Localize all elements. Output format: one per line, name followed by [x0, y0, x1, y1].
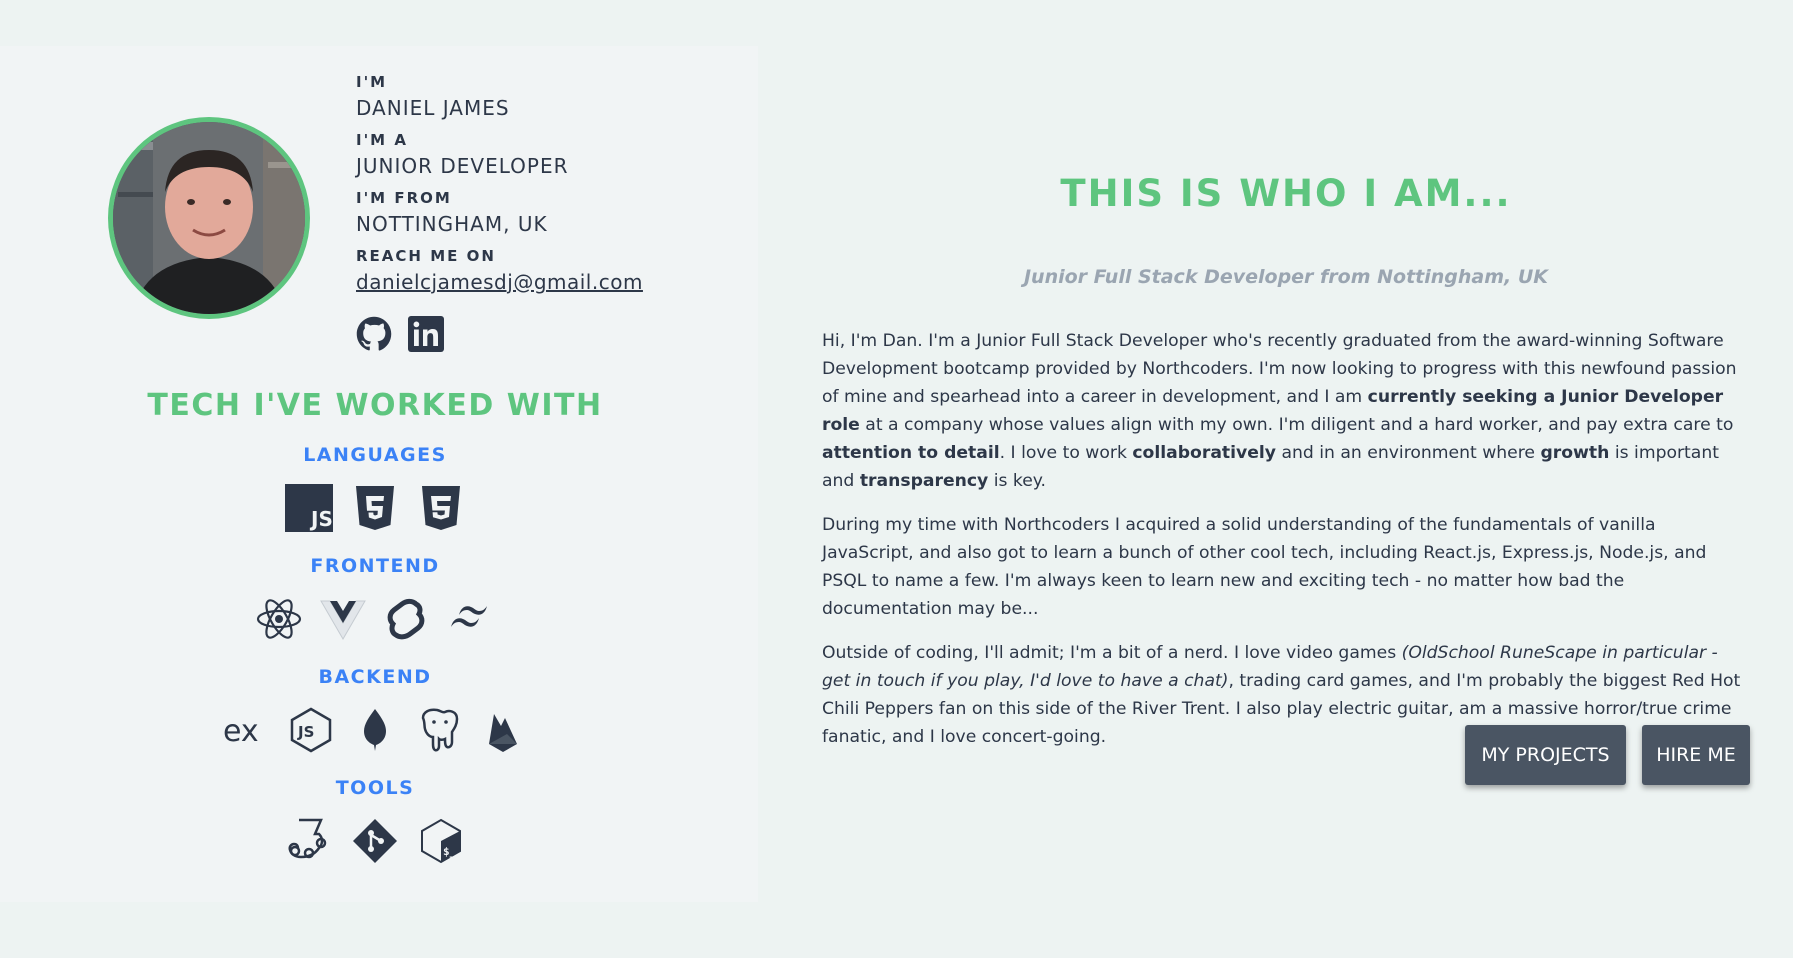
postgresql-icon: [415, 706, 463, 754]
about-heading: THIS IS WHO I AM...: [1060, 172, 1512, 215]
languages-icons: JS: [0, 484, 750, 532]
location-value: NOTTINGHAM, UK: [356, 212, 548, 236]
my-projects-button[interactable]: MY PROJECTS: [1465, 725, 1626, 785]
html5-icon: [351, 484, 399, 532]
backend-icons: ex JS: [0, 706, 750, 754]
name-label: I'M: [356, 73, 388, 91]
jest-icon: [285, 817, 333, 865]
contact-label: REACH ME ON: [356, 247, 496, 265]
linkedin-icon[interactable]: [408, 316, 444, 352]
category-languages: LANGUAGES: [303, 444, 447, 466]
name-value: DANIEL JAMES: [356, 96, 510, 120]
bio-paragraph-2: During my time with Northcoders I acquir…: [822, 515, 1707, 619]
bio-paragraph-1: Hi, I'm Dan. I'm a Junior Full Stack Dev…: [822, 331, 1737, 491]
css3-icon: [417, 484, 465, 532]
nodejs-icon: JS: [287, 706, 335, 754]
location-label: I'M FROM: [356, 189, 452, 207]
role-value: JUNIOR DEVELOPER: [356, 154, 569, 178]
category-tools: TOOLS: [335, 777, 415, 799]
email-link[interactable]: danielcjamesdj@gmail.com: [356, 266, 643, 298]
react-icon: [255, 595, 303, 643]
profile-avatar: [108, 117, 310, 319]
vue-icon: [319, 595, 367, 643]
social-links: [356, 316, 444, 352]
svelte-icon: [383, 595, 431, 643]
about-bio: Hi, I'm Dan. I'm a Junior Full Stack Dev…: [822, 327, 1747, 767]
svg-text:JS: JS: [309, 507, 333, 531]
bash-icon: $_: [417, 817, 465, 865]
tools-icons: $_: [0, 817, 750, 865]
tech-title: TECH I'VE WORKED WITH: [147, 388, 603, 423]
firebase-icon: [479, 706, 527, 754]
role-label: I'M A: [356, 131, 408, 149]
profile-info: I'M DANIEL JAMES I'M A JUNIOR DEVELOPER …: [356, 72, 643, 304]
svg-text:$_: $_: [443, 845, 457, 858]
git-icon: [351, 817, 399, 865]
tailwind-icon: [447, 595, 495, 643]
svg-text:ex: ex: [223, 714, 259, 749]
javascript-icon: JS: [285, 484, 333, 532]
category-backend: BACKEND: [318, 666, 432, 688]
mongodb-icon: [351, 706, 399, 754]
express-icon: ex: [223, 706, 271, 754]
hire-me-button[interactable]: HIRE ME: [1642, 725, 1750, 785]
category-frontend: FRONTEND: [310, 555, 440, 577]
frontend-icons: [0, 595, 750, 643]
svg-text:JS: JS: [297, 723, 314, 741]
about-subtitle: Junior Full Stack Developer from Notting…: [1023, 266, 1549, 288]
github-icon[interactable]: [356, 316, 392, 352]
